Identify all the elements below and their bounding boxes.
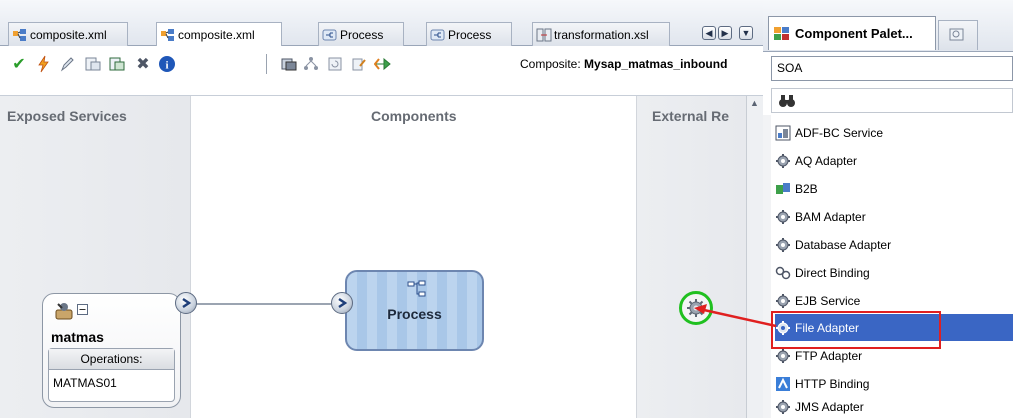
process-name: Process [387, 306, 442, 322]
collapse-icon[interactable] [77, 304, 88, 318]
palette-item-label: HTTP Binding [795, 376, 870, 391]
process-port-icon[interactable] [331, 292, 353, 314]
operations-header: Operations: [49, 349, 174, 370]
operations-box: Operations: MATMAS01 [48, 348, 175, 402]
palette-item-b2b[interactable]: B2B [775, 175, 1013, 202]
adapter-gear-icon [775, 399, 791, 415]
binding-icon [775, 265, 791, 281]
palette-item-label: EJB Service [795, 293, 861, 308]
process-component[interactable]: Process [345, 270, 484, 351]
palette-item-ejb-service[interactable]: EJB Service [775, 287, 1013, 314]
palette-icon [773, 26, 791, 42]
adf-bc-icon [775, 125, 791, 141]
palette-item-label: ADF-BC Service [795, 125, 884, 140]
adapter-gear-icon [775, 237, 791, 253]
palette-item-label: JMS Adapter [795, 400, 864, 414]
operation-item[interactable]: MATMAS01 [53, 376, 117, 390]
palette-item-label: BAM Adapter [795, 209, 866, 224]
palette-item-http-binding[interactable]: HTTP Binding [775, 370, 1013, 397]
palette-scroll-gutter [763, 115, 771, 418]
adapter-service-icon [53, 300, 75, 325]
palette-item-aq-adapter[interactable]: AQ Adapter [775, 147, 1013, 174]
tab-resource-palette[interactable] [938, 20, 978, 50]
binoculars-icon[interactable] [778, 93, 796, 112]
drag-arrow-icon [694, 304, 777, 328]
tab-component-palette[interactable]: Component Palet... [768, 16, 936, 50]
resource-palette-icon [949, 28, 965, 45]
palette-item-jms-adapter[interactable]: JMS Adapter [775, 396, 1013, 418]
matmas-service[interactable]: matmas Operations: MATMAS01 [42, 293, 181, 408]
service-port-icon[interactable] [175, 292, 197, 314]
service-name: matmas [51, 329, 104, 345]
palette-item-label: AQ Adapter [795, 153, 858, 168]
adapter-gear-icon [775, 348, 791, 364]
palette-category-select[interactable]: SOA [771, 56, 1013, 81]
palette-item-label: Database Adapter [795, 237, 892, 252]
palette-item-label: Direct Binding [795, 265, 870, 280]
bpel-process-icon [407, 280, 427, 301]
palette-item-direct-binding[interactable]: Direct Binding [775, 259, 1013, 286]
palette-search-input[interactable] [771, 88, 1013, 113]
palette-item-bam-adapter[interactable]: BAM Adapter [775, 203, 1013, 230]
palette-item-label: B2B [795, 181, 818, 196]
palette-item-database-adapter[interactable]: Database Adapter [775, 231, 1013, 258]
file-adapter-highlight-box [771, 311, 941, 349]
palette-item-adf-bc-service[interactable]: ADF-BC Service [775, 119, 1013, 146]
palette-tab-title: Component Palet... [795, 26, 913, 41]
http-icon [775, 376, 791, 392]
b2b-icon [775, 181, 791, 197]
adapter-gear-icon [775, 209, 791, 225]
palette-item-label: FTP Adapter [795, 348, 863, 363]
adapter-gear-icon [775, 153, 791, 169]
